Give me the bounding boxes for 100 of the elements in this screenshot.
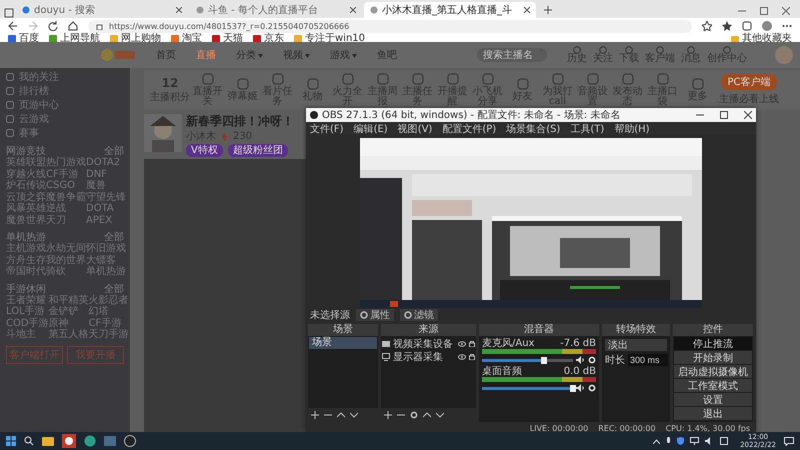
window-title: OBS 27.1.3 (64 bit, windows) - 配置文件: 未命名 - 场景: 未命名 [322, 108, 620, 122]
tag[interactable]: V特权 [186, 144, 223, 157]
game-link[interactable]: 主机游戏 [6, 243, 46, 254]
control-button[interactable]: 开始录制 [674, 351, 752, 364]
sidebar-button[interactable]: 客户端打开 [6, 346, 63, 364]
address-bar[interactable]: https://www.douyu.com/4801537?_r=0.2155040705206666 [88, 20, 692, 32]
bookmark-link[interactable]: 网上购物 [110, 34, 161, 44]
nav-link[interactable]: 分类 [236, 48, 263, 62]
bookmark-link[interactable]: 京东 [253, 34, 284, 44]
game-link[interactable]: 金铲铲 [48, 306, 89, 318]
game-link[interactable]: 魔兽世界 [6, 214, 46, 226]
game-link[interactable]: 热门游戏 [46, 157, 86, 168]
control-button[interactable]: 启动虚拟摄像机 [674, 365, 752, 378]
sidebar-item[interactable]: 排行榜 [6, 84, 124, 98]
control-button[interactable]: 退出 [674, 407, 752, 420]
game-link[interactable]: 英雄联盟 [6, 157, 46, 168]
game-link[interactable]: 天刀手游 [88, 329, 129, 340]
scene-item[interactable]: 场景 [309, 337, 377, 349]
game-link[interactable]: 单机热游 [86, 266, 126, 278]
game-link[interactable]: 魔兽争霸 [46, 192, 86, 203]
sidebar-item[interactable]: 云游戏 [6, 112, 124, 126]
effect-dropdown[interactable]: 淡出 [605, 339, 667, 351]
status-text: CPU: 1.4%, 30.00 fps [666, 424, 750, 433]
sidebar-item[interactable]: 页游中心 [6, 98, 124, 112]
menu-item[interactable]: 文件(F) [310, 122, 344, 136]
sidebar-item[interactable]: 赛事 [6, 126, 124, 140]
control-button[interactable]: 停止推流 [674, 337, 752, 350]
game-link[interactable]: DNF [86, 168, 126, 180]
source-item[interactable]: 显示器采集 [382, 350, 475, 363]
game-link[interactable]: 帝国时代 [6, 266, 46, 278]
menu-item[interactable]: 编辑(E) [354, 122, 388, 136]
game-link[interactable]: 骑砍 [46, 266, 86, 278]
status-label: 未选择源 [310, 308, 350, 322]
game-link[interactable]: 第五人格 [48, 329, 89, 340]
level-reading: -7.6 dB [560, 338, 596, 349]
bookmark-link[interactable]: 上网导航 [49, 34, 100, 44]
game-link[interactable]: 斗地主 [6, 329, 49, 340]
nav-link[interactable]: 直播 [196, 48, 216, 62]
section-title: 网游竞技 [6, 144, 46, 157]
source-item[interactable]: 视频采集设备 [382, 337, 475, 350]
duration-field[interactable]: 300 ms [628, 354, 668, 366]
menu-item[interactable]: 帮助(H) [614, 122, 650, 136]
dock-title: 混音器 [479, 324, 599, 336]
game-link[interactable]: DOTA2 [86, 157, 126, 168]
game-link[interactable]: DOTA [86, 203, 126, 214]
game-link[interactable]: LOL手游 [6, 306, 49, 318]
more-link[interactable]: 全部 [104, 144, 124, 157]
nav-link[interactable]: 首页 [156, 48, 176, 62]
menu-item[interactable]: 场景集合(S) [506, 122, 560, 136]
game-link[interactable]: 穿越火线 [6, 168, 46, 180]
browser-tab[interactable]: 小沐木直播_第五人格直播_斗 [364, 2, 536, 18]
browser-tab[interactable]: 斗鱼 - 每个人的直播平台 [190, 2, 362, 18]
client-button[interactable]: PC客户端 [721, 74, 776, 90]
game-link[interactable]: 怀旧游戏 [86, 243, 126, 254]
nav-link[interactable]: 鱼吧 [377, 48, 397, 62]
menu-item[interactable]: 视图(V) [398, 122, 432, 136]
game-link[interactable]: 炉石传说 [6, 180, 46, 192]
game-link[interactable]: 守望先锋 [86, 192, 126, 203]
game-link[interactable]: 幻塔 [88, 306, 129, 318]
browser-tab[interactable]: douyu - 搜索 [16, 2, 188, 18]
room-title: 新春季四排！冲呀！ [186, 114, 294, 129]
more-link[interactable]: 全部 [104, 230, 124, 243]
game-link[interactable]: 原神 [48, 318, 89, 329]
menu-item[interactable]: 工具(T) [570, 122, 604, 136]
status-text: LIVE: 00:00:00 [530, 424, 588, 433]
game-link[interactable]: 永劫无间 [46, 243, 86, 254]
game-link[interactable]: CF手游 [46, 168, 86, 180]
bookmark-link[interactable]: 淘宝 [171, 34, 202, 44]
game-link[interactable]: 大镖客 [86, 254, 126, 266]
menu-item[interactable]: 配置文件(P) [442, 122, 496, 136]
game-link[interactable]: APEX [86, 214, 126, 226]
game-link[interactable]: 云顶之弈 [6, 192, 46, 203]
toolbar-button[interactable]: 属性 [356, 309, 394, 321]
search-field[interactable]: 搜索主播名 [477, 48, 547, 62]
game-link[interactable]: 和平精英 [48, 294, 89, 306]
bookmark-folder[interactable]: 其他收藏夹 [731, 34, 792, 44]
control-button[interactable]: 设置 [674, 393, 752, 406]
bookmark-link[interactable]: 专注于win10 [294, 34, 366, 44]
dock-title: 控件 [673, 324, 753, 336]
control-button[interactable]: 工作室模式 [674, 379, 752, 392]
toolbar-button[interactable]: 滤镜 [400, 309, 438, 321]
sidebar-button[interactable]: 我要开播 [67, 346, 124, 364]
game-link[interactable]: 魔兽 [86, 180, 126, 192]
game-link[interactable]: 风暴英雄 [6, 203, 46, 214]
nav-link[interactable]: 游戏 [330, 48, 357, 62]
game-link[interactable]: 天刀 [46, 214, 86, 226]
sidebar-item[interactable]: 我的关注 [6, 70, 124, 84]
bookmark-link[interactable]: 百度 [8, 34, 39, 44]
game-link[interactable]: CSGO [46, 180, 86, 192]
game-link[interactable]: 逆战 [46, 203, 86, 214]
game-link[interactable]: COD手游 [6, 318, 49, 329]
tag[interactable]: 超级粉丝团 [228, 144, 288, 157]
game-link[interactable]: CF手游 [88, 318, 129, 329]
nav-link[interactable]: 视频 [283, 48, 310, 62]
game-link[interactable]: 火影忍者 [88, 294, 129, 306]
game-link[interactable]: 方舟生存 [6, 254, 46, 266]
game-link[interactable]: 王者荣耀 [6, 294, 49, 306]
game-link[interactable]: 我的世界 [46, 254, 86, 266]
more-link[interactable]: 全部 [104, 282, 124, 294]
bookmark-link[interactable]: 天猫 [212, 34, 243, 44]
